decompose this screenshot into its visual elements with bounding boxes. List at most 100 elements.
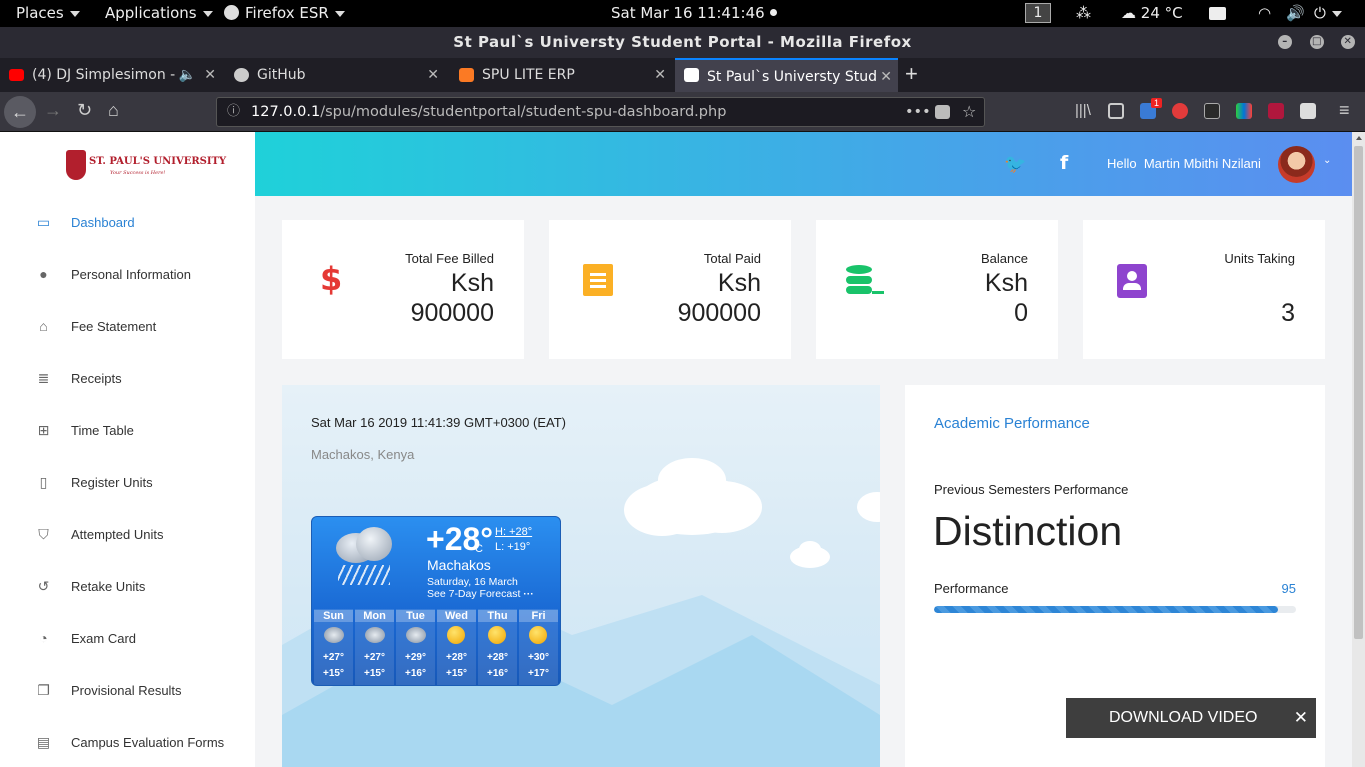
back-button[interactable]: ← — [4, 96, 36, 128]
forecast-day-name: Tue — [396, 610, 435, 622]
sidebar-item-campus-evaluation-forms[interactable]: ▤ Campus Evaluation Forms — [0, 728, 255, 758]
dollar-icon: $ — [320, 260, 343, 298]
sidebar-item-attempted-units[interactable]: ⛉ Attempted Units — [0, 520, 255, 550]
minimize-button[interactable]: – — [1278, 35, 1292, 49]
sidebar-item-receipts[interactable]: ≣ Receipts — [0, 364, 255, 394]
close-window-button[interactable]: ✕ — [1341, 35, 1355, 49]
sidebar-item-personal-information[interactable]: ● Personal Information — [0, 260, 255, 290]
forecast-high: +28° — [446, 652, 467, 663]
forecast-day-name: Thu — [478, 610, 517, 622]
page-actions-icon[interactable]: ••• — [905, 98, 931, 126]
workspaces-icon[interactable]: ⁂ — [1076, 4, 1091, 22]
scrollbar-thumb[interactable] — [1354, 146, 1363, 639]
gnome-extension-icon[interactable] — [1204, 103, 1220, 119]
sidebar-item-dashboard[interactable]: ▭ Dashboard — [0, 208, 255, 238]
close-tab-icon[interactable]: ✕ — [204, 58, 216, 92]
maximize-button[interactable]: □ — [1310, 35, 1324, 49]
database-minus-icon — [846, 265, 884, 295]
sidebar-item-label: Retake Units — [71, 579, 146, 594]
notification-dot-icon — [769, 9, 777, 16]
avatar[interactable] — [1278, 146, 1315, 183]
speaker-icon[interactable]: 🔈 — [179, 58, 196, 92]
sidebar-toggle-icon[interactable] — [1108, 103, 1124, 119]
sidebar-item-register-units[interactable]: ▯ Register Units — [0, 468, 255, 498]
clock[interactable]: Sat Mar 16 11:41:46 — [611, 4, 777, 22]
url-bar[interactable]: ⓘ 127.0.0.1/spu/modules/studentportal/st… — [216, 97, 985, 127]
tab-student-portal[interactable]: St Paul`s Universty Stud ✕ — [675, 58, 898, 92]
card-value: 0 — [1014, 299, 1028, 327]
colorful-extension-icon[interactable] — [1236, 103, 1252, 119]
firefox-app-menu[interactable]: Firefox ESR — [224, 4, 345, 22]
close-tab-icon[interactable]: ✕ — [880, 60, 892, 92]
weather-widget[interactable]: +28° C H: +28° L: +19° Machakos Saturday… — [311, 516, 561, 686]
pocket-icon[interactable] — [935, 105, 950, 119]
sidebar-item-label: Provisional Results — [71, 683, 182, 698]
sidebar-item-exam-card[interactable]: ◔ Exam Card — [0, 624, 255, 654]
palette-icon: ◔ — [39, 630, 48, 646]
twitter-icon[interactable]: 🐦 — [1004, 154, 1026, 175]
shield-check-icon: ⛉ — [38, 526, 49, 542]
volume-icon[interactable]: 🔊 — [1286, 4, 1305, 22]
scroll-up-icon[interactable] — [1356, 136, 1362, 140]
sidebar-item-time-table[interactable]: ⊞ Time Table — [0, 416, 255, 446]
weather-indicator[interactable]: ☁ 24 °C — [1121, 4, 1183, 22]
app-menu-label: Firefox ESR — [245, 4, 329, 22]
wifi-icon[interactable]: ◠ — [1258, 4, 1271, 22]
sun-icon — [488, 626, 506, 644]
table-icon: ⊞ — [37, 422, 50, 438]
hamburger-menu-icon[interactable]: ≡ — [1339, 100, 1350, 121]
new-tab-button[interactable]: + — [905, 61, 918, 87]
document-icon[interactable] — [1300, 103, 1316, 119]
close-tab-icon[interactable]: ✕ — [427, 58, 439, 92]
places-label: Places — [16, 4, 64, 22]
workspace-indicator[interactable]: 1 — [1025, 3, 1051, 23]
facebook-icon[interactable]: f — [1060, 152, 1068, 174]
tab-spu-lite-erp[interactable]: SPU LITE ERP ✕ — [450, 58, 672, 92]
weather-date: Saturday, 16 March — [427, 576, 518, 588]
sidebar-item-fee-statement[interactable]: ⌂ Fee Statement — [0, 312, 255, 342]
forward-button[interactable]: → — [44, 100, 62, 121]
forecast-high: +30° — [528, 652, 549, 663]
info-icon[interactable]: ⓘ — [227, 98, 240, 126]
card-label: Total Paid — [703, 251, 761, 266]
sidebar-item-retake-units[interactable]: ↺ Retake Units — [0, 572, 255, 602]
mega-icon[interactable] — [1268, 103, 1284, 119]
tab-youtube[interactable]: (4) DJ Simplesimon - 🔈 ✕ — [0, 58, 222, 92]
forecast-day: Mon +27° +15° — [355, 609, 394, 685]
card-value: 3 — [1281, 299, 1295, 327]
close-icon[interactable]: ✕ — [1294, 698, 1308, 738]
home-button[interactable]: ⌂ — [108, 100, 119, 121]
page-scrollbar[interactable] — [1352, 132, 1365, 767]
camera-icon[interactable] — [1209, 7, 1226, 20]
close-tab-icon[interactable]: ✕ — [654, 58, 666, 92]
card-total-paid: Total Paid Ksh 900000 — [549, 220, 791, 359]
ublock-icon[interactable] — [1172, 103, 1188, 119]
forecast-day: Sun +27° +15° — [314, 609, 353, 685]
chevron-down-icon[interactable]: ⌄ — [1323, 155, 1331, 166]
forecast-link[interactable]: See 7-Day Forecast ··· — [427, 588, 534, 600]
weather-temp: 24 °C — [1140, 4, 1183, 22]
rain-cloud-icon — [330, 525, 400, 585]
places-menu[interactable]: Places — [16, 4, 80, 22]
chevron-down-icon — [334, 10, 345, 17]
university-logo[interactable]: ST. PAUL'S UNIVERSITY Your Success is He… — [66, 150, 226, 182]
library-icon[interactable]: |||\ — [1075, 102, 1091, 119]
card-currency: Ksh — [717, 269, 761, 297]
reload-button[interactable]: ↻ — [77, 100, 92, 121]
power-icon[interactable]: ⏻ — [1314, 4, 1342, 22]
sidebar-item-label: Attempted Units — [71, 527, 164, 542]
forecast-high: +29° — [405, 652, 426, 663]
high-temperature: H: +28° — [495, 526, 533, 538]
sidebar-item-provisional-results[interactable]: ❐ Provisional Results — [0, 676, 255, 706]
forecast-days: Sun +27° +15° Mon +27° +15° Tue +29° +16… — [312, 609, 560, 685]
card-balance: Balance Ksh 0 — [816, 220, 1058, 359]
forecast-link-label: See 7-Day Forecast — [427, 588, 521, 600]
clipboard-icon: ▯ — [39, 474, 48, 490]
card-currency: Ksh — [984, 269, 1028, 297]
bookmark-star-icon[interactable]: ☆ — [962, 98, 976, 126]
copy-icon: ❐ — [37, 682, 50, 698]
forecast-high: +27° — [364, 652, 385, 663]
download-video-bar[interactable]: DOWNLOAD VIDEO ✕ — [1066, 698, 1316, 738]
applications-menu[interactable]: Applications — [105, 4, 213, 22]
tab-github[interactable]: GitHub ✕ — [225, 58, 445, 92]
